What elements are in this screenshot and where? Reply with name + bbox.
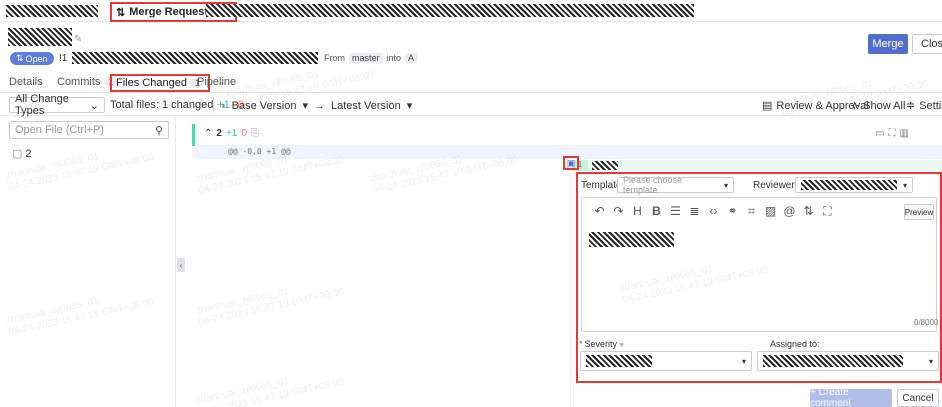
redacted-project-name: [6, 5, 98, 17]
added-line-row: [572, 160, 942, 171]
chevron-up-icon: ⌃: [204, 128, 213, 139]
redacted-mr-title: [8, 28, 72, 46]
chevron-down-icon: ⌄: [89, 99, 99, 112]
redacted-severity: [586, 355, 652, 367]
tab-commits[interactable]: Commits 1: [57, 76, 118, 88]
assigned-label: Assigned to:: [770, 339, 820, 349]
assignee-select[interactable]: ▾: [757, 351, 939, 371]
watermark: zhanhuai_zjl0065_01 04-24 2023 15:47:19 G…: [195, 376, 345, 407]
file-icon: ▢: [12, 148, 23, 160]
split-view-icon: ▥: [899, 128, 909, 139]
preview-button[interactable]: Preview: [904, 204, 934, 220]
chevron-down-icon: ▾: [902, 180, 907, 190]
file-tree-panel: [0, 117, 176, 407]
tab-pipeline[interactable]: Pipeline: [197, 76, 236, 88]
create-comment-button[interactable]: + Create comment: [810, 387, 892, 407]
tab-files-changed[interactable]: Files Changed 1: [110, 74, 210, 92]
redacted-line-content: [592, 161, 618, 170]
arrow-right-icon: →: [314, 99, 326, 112]
branch-info: From master into A: [324, 53, 418, 63]
close-button[interactable]: Close: [912, 34, 942, 54]
bullet-list-icon[interactable]: ☰: [666, 204, 685, 219]
reviewers-select[interactable]: ▾: [795, 177, 913, 193]
redacted-comment-text: [589, 232, 674, 247]
target-branch-chip[interactable]: A: [405, 53, 418, 63]
comment-toggle-icon: ▭: [875, 128, 885, 139]
template-select[interactable]: Please choose template ▾: [617, 175, 734, 195]
diff-file-header[interactable]: ⌃ 2 +1 0 ⎘: [204, 128, 259, 139]
mr-id: !1: [59, 53, 68, 64]
numbered-list-icon[interactable]: ≣: [685, 204, 704, 219]
severity-select[interactable]: ▾: [580, 351, 752, 371]
file-search-input[interactable]: Open File (Ctrl+P) ⚲: [9, 121, 169, 139]
diff-view-controls[interactable]: ▭ ⛶ ▥: [875, 128, 909, 139]
merge-button[interactable]: Merge: [868, 34, 908, 54]
settings-icon: ≑: [906, 100, 916, 112]
redacted-assignee: [763, 355, 903, 367]
search-icon: ⚲: [154, 124, 163, 137]
status-badge: ⇅ Open: [10, 52, 54, 65]
template-label: Template: [581, 180, 622, 191]
change-types-select[interactable]: All Change Types ⌄: [9, 93, 105, 117]
chevron-down-icon: ▾: [302, 100, 309, 112]
char-counter: 0/8000: [914, 318, 939, 327]
code-icon[interactable]: ‹›: [704, 204, 723, 219]
hunk-header: @@ -0,0 +1 @@: [228, 147, 291, 156]
redacted-mr-description: [72, 52, 318, 64]
image-icon[interactable]: ▨: [761, 204, 780, 219]
merge-request-icon: ⇅: [16, 53, 24, 63]
show-all-icon: ⊹: [850, 100, 860, 112]
collapse-panel-handle[interactable]: ‹: [177, 258, 185, 272]
reviewers-label: Reviewers: [753, 180, 800, 191]
redo-icon[interactable]: ↷: [609, 204, 628, 219]
add-comment-icon[interactable]: ▣: [563, 156, 579, 170]
editor-toolbar: ↶ ↷ H B ☰ ≣ ‹› ⚭ ⌗ ▨ @ ⇅ ⛶: [590, 204, 837, 219]
link-icon[interactable]: ⚭: [723, 204, 742, 219]
review-icon: ▤: [762, 100, 773, 112]
heading-icon[interactable]: H: [628, 204, 647, 219]
cancel-button[interactable]: Cancel: [897, 389, 939, 407]
chevron-down-icon: ▾: [723, 180, 728, 190]
snippet-icon[interactable]: ⌗: [742, 204, 761, 219]
chevron-down-icon: ▾: [928, 356, 933, 366]
edit-title-icon[interactable]: ✎: [74, 34, 82, 45]
watermark: zhanhuai_zjl0065_01 04-24 2023 15:47:19 G…: [195, 286, 345, 329]
source-branch-chip[interactable]: master: [349, 53, 383, 63]
bold-icon[interactable]: B: [647, 204, 666, 219]
merge-request-icon[interactable]: ⇅: [799, 204, 818, 219]
redacted-breadcrumb: [206, 4, 694, 17]
tab-details[interactable]: Details: [9, 76, 43, 88]
info-icon: ●: [619, 339, 625, 349]
fullscreen-icon[interactable]: ⛶: [818, 204, 837, 219]
chevron-down-icon: ▾: [406, 100, 413, 112]
diff-added-marker: [192, 124, 195, 146]
mention-icon[interactable]: @: [780, 204, 799, 219]
file-tree-item[interactable]: ▢ 2: [12, 147, 32, 161]
version-compare[interactable]: ◑ Base Version ▾ → Latest Version ▾: [219, 99, 413, 113]
chevron-down-icon: ▾: [741, 356, 746, 366]
merge-request-icon: ⇅: [116, 6, 126, 19]
redacted-reviewers: [801, 180, 897, 190]
fullscreen-icon: ⛶: [888, 128, 896, 139]
undo-icon[interactable]: ↶: [590, 204, 609, 219]
show-all-button[interactable]: ⊹ Show All: [850, 99, 905, 113]
toggle-icon: ◑: [219, 99, 226, 112]
top-bar: ⇅ Merge Requests 1: [0, 0, 942, 22]
settings-button[interactable]: ≑Settings: [906, 99, 942, 113]
severity-label: * Severity ●: [579, 339, 625, 349]
copy-icon: ⎘: [250, 128, 259, 139]
